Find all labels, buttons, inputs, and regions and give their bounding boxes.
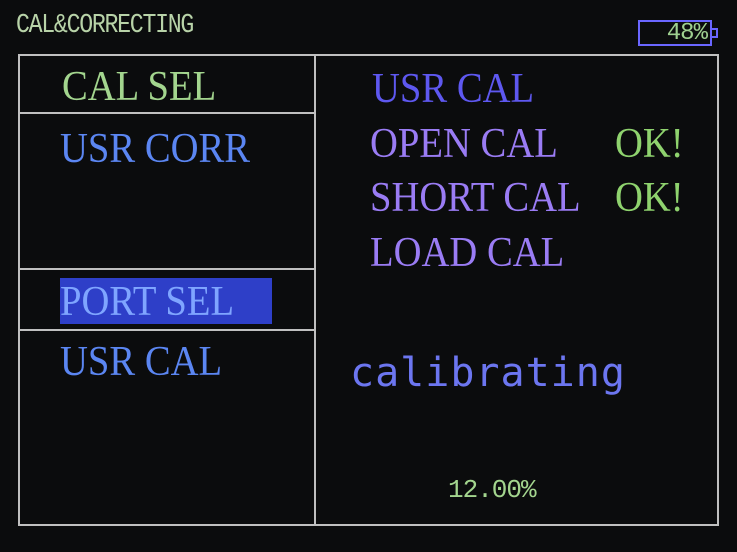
step-short-cal: SHORT CAL	[370, 175, 581, 221]
cal-sel-value[interactable]: USR CORR	[60, 128, 250, 170]
menu-item-cal-sel[interactable]: CAL SEL	[62, 66, 216, 108]
battery-level: 48%	[666, 20, 708, 47]
step-open-cal-status: OK!	[615, 121, 684, 167]
menu-divider	[18, 268, 316, 270]
step-open-cal: OPEN CAL	[370, 121, 558, 167]
step-short-cal-status: OK!	[615, 175, 684, 221]
step-load-cal: LOAD CAL	[370, 230, 565, 276]
screen-title: CAL&CORRECTING	[16, 11, 194, 41]
calibration-status: calibrating	[350, 350, 626, 396]
panel-divider	[314, 54, 316, 526]
battery-indicator: 48%	[638, 20, 712, 47]
menu-item-port-sel[interactable]: PORT SEL	[60, 281, 234, 323]
calibration-mode: USR CAL	[372, 66, 535, 112]
battery-icon	[712, 28, 718, 38]
calibration-progress: 12.00%	[448, 475, 537, 505]
menu-divider	[18, 329, 316, 331]
port-sel-value[interactable]: USR CAL	[60, 341, 222, 383]
menu-divider	[18, 112, 316, 114]
calibration-screen: CAL&CORRECTING 48% CAL SEL USR CORR PORT…	[0, 0, 737, 552]
